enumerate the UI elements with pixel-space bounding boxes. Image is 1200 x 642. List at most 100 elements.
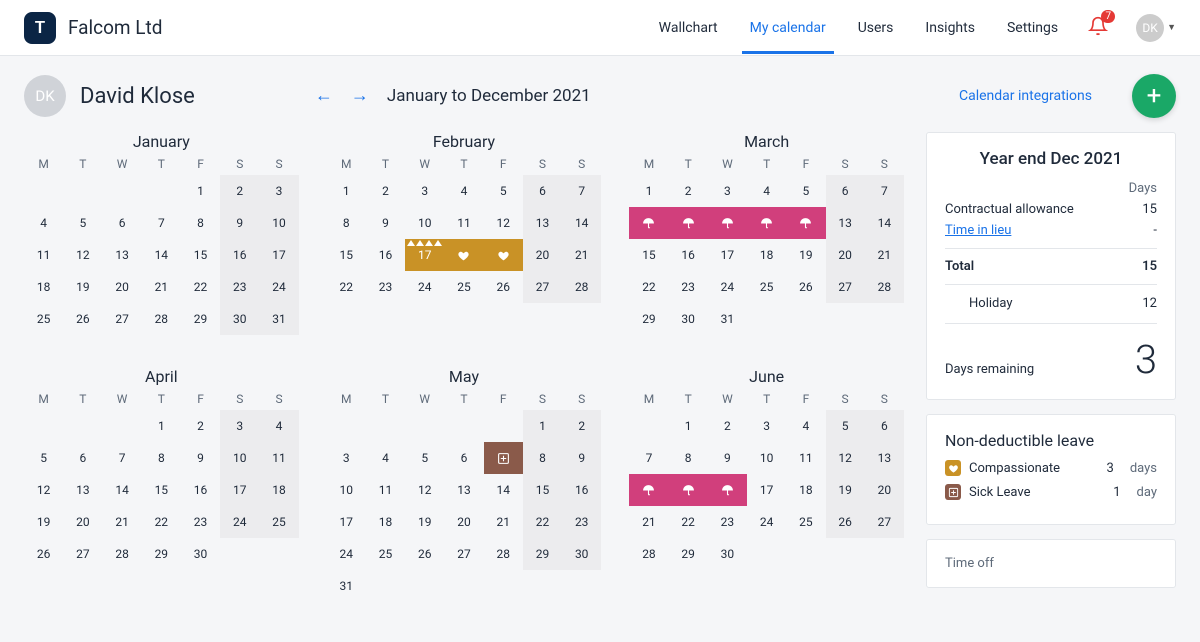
day-cell[interactable]: 21: [102, 506, 141, 538]
day-cell[interactable]: 9: [708, 442, 747, 474]
day-cell[interactable]: 4: [444, 175, 483, 207]
day-cell[interactable]: 29: [629, 303, 668, 335]
day-cell[interactable]: [786, 207, 825, 239]
nav-item-insights[interactable]: Insights: [923, 2, 977, 54]
day-cell[interactable]: 18: [747, 239, 786, 271]
day-cell[interactable]: 7: [865, 175, 904, 207]
day-cell[interactable]: 28: [562, 271, 601, 303]
day-cell[interactable]: 24: [220, 506, 259, 538]
day-cell[interactable]: [669, 207, 708, 239]
day-cell[interactable]: 27: [865, 506, 904, 538]
day-cell[interactable]: 20: [523, 239, 562, 271]
day-cell[interactable]: 9: [366, 207, 405, 239]
day-cell[interactable]: 6: [63, 442, 102, 474]
day-cell[interactable]: 8: [327, 207, 366, 239]
day-cell[interactable]: 12: [405, 474, 444, 506]
day-cell[interactable]: 1: [142, 410, 181, 442]
day-cell[interactable]: 2: [181, 410, 220, 442]
day-cell[interactable]: 7: [629, 442, 668, 474]
day-cell[interactable]: 25: [366, 538, 405, 570]
day-cell[interactable]: 17: [708, 239, 747, 271]
prev-period-button[interactable]: ←: [315, 87, 333, 105]
day-cell[interactable]: 27: [444, 538, 483, 570]
day-cell[interactable]: [747, 207, 786, 239]
day-cell[interactable]: 21: [484, 506, 523, 538]
day-cell[interactable]: 30: [669, 303, 708, 335]
day-cell[interactable]: 23: [562, 506, 601, 538]
day-cell[interactable]: 1: [669, 410, 708, 442]
nav-item-wallchart[interactable]: Wallchart: [657, 2, 720, 54]
day-cell[interactable]: 18: [786, 474, 825, 506]
day-cell[interactable]: 9: [562, 442, 601, 474]
day-cell[interactable]: 16: [220, 239, 259, 271]
day-cell[interactable]: 13: [444, 474, 483, 506]
day-cell[interactable]: 2: [562, 410, 601, 442]
day-cell[interactable]: 11: [259, 442, 298, 474]
day-cell[interactable]: 31: [327, 570, 366, 602]
day-cell[interactable]: [484, 442, 523, 474]
day-cell[interactable]: [708, 207, 747, 239]
day-cell[interactable]: 4: [259, 410, 298, 442]
day-cell[interactable]: 17: [220, 474, 259, 506]
calendar-integrations-link[interactable]: Calendar integrations: [959, 88, 1092, 104]
day-cell[interactable]: 19: [63, 271, 102, 303]
day-cell[interactable]: 15: [142, 474, 181, 506]
day-cell[interactable]: 14: [865, 207, 904, 239]
day-cell[interactable]: 28: [629, 538, 668, 570]
day-cell[interactable]: 28: [865, 271, 904, 303]
day-cell[interactable]: 23: [708, 506, 747, 538]
day-cell[interactable]: 12: [484, 207, 523, 239]
day-cell[interactable]: 15: [327, 239, 366, 271]
day-cell[interactable]: 6: [826, 175, 865, 207]
day-cell[interactable]: 23: [181, 506, 220, 538]
brand-logo[interactable]: T: [24, 12, 56, 44]
account-menu[interactable]: DK▼: [1136, 14, 1176, 42]
day-cell[interactable]: 13: [523, 207, 562, 239]
day-cell[interactable]: 22: [669, 506, 708, 538]
day-cell[interactable]: 25: [747, 271, 786, 303]
day-cell[interactable]: 28: [102, 538, 141, 570]
day-cell[interactable]: 9: [220, 207, 259, 239]
day-cell[interactable]: 5: [484, 175, 523, 207]
day-cell[interactable]: 17: [259, 239, 298, 271]
day-cell[interactable]: 12: [63, 239, 102, 271]
day-cell[interactable]: 26: [484, 271, 523, 303]
day-cell[interactable]: 5: [63, 207, 102, 239]
day-cell[interactable]: 25: [24, 303, 63, 335]
day-cell[interactable]: 14: [102, 474, 141, 506]
day-cell[interactable]: 17: [405, 239, 444, 271]
day-cell[interactable]: 29: [669, 538, 708, 570]
day-cell[interactable]: 8: [669, 442, 708, 474]
day-cell[interactable]: 18: [259, 474, 298, 506]
day-cell[interactable]: 30: [562, 538, 601, 570]
day-cell[interactable]: 24: [747, 506, 786, 538]
day-cell[interactable]: 26: [786, 271, 825, 303]
day-cell[interactable]: 22: [181, 271, 220, 303]
day-cell[interactable]: 24: [405, 271, 444, 303]
day-cell[interactable]: 3: [747, 410, 786, 442]
day-cell[interactable]: 13: [826, 207, 865, 239]
day-cell[interactable]: 20: [63, 506, 102, 538]
day-cell[interactable]: 2: [220, 175, 259, 207]
day-cell[interactable]: 14: [562, 207, 601, 239]
day-cell[interactable]: 22: [327, 271, 366, 303]
day-cell[interactable]: 3: [259, 175, 298, 207]
day-cell[interactable]: [484, 239, 523, 271]
nav-item-my-calendar[interactable]: My calendar: [748, 2, 828, 54]
day-cell[interactable]: 26: [826, 506, 865, 538]
day-cell[interactable]: 8: [142, 442, 181, 474]
day-cell[interactable]: 28: [142, 303, 181, 335]
day-cell[interactable]: 3: [327, 442, 366, 474]
day-cell[interactable]: 30: [220, 303, 259, 335]
day-cell[interactable]: 2: [366, 175, 405, 207]
day-cell[interactable]: [629, 207, 668, 239]
day-cell[interactable]: [444, 239, 483, 271]
day-cell[interactable]: 8: [181, 207, 220, 239]
day-cell[interactable]: 15: [523, 474, 562, 506]
day-cell[interactable]: 8: [523, 442, 562, 474]
time-in-lieu-link[interactable]: Time in lieu: [945, 223, 1011, 238]
day-cell[interactable]: 1: [523, 410, 562, 442]
day-cell[interactable]: 7: [102, 442, 141, 474]
day-cell[interactable]: 21: [629, 506, 668, 538]
day-cell[interactable]: 24: [327, 538, 366, 570]
